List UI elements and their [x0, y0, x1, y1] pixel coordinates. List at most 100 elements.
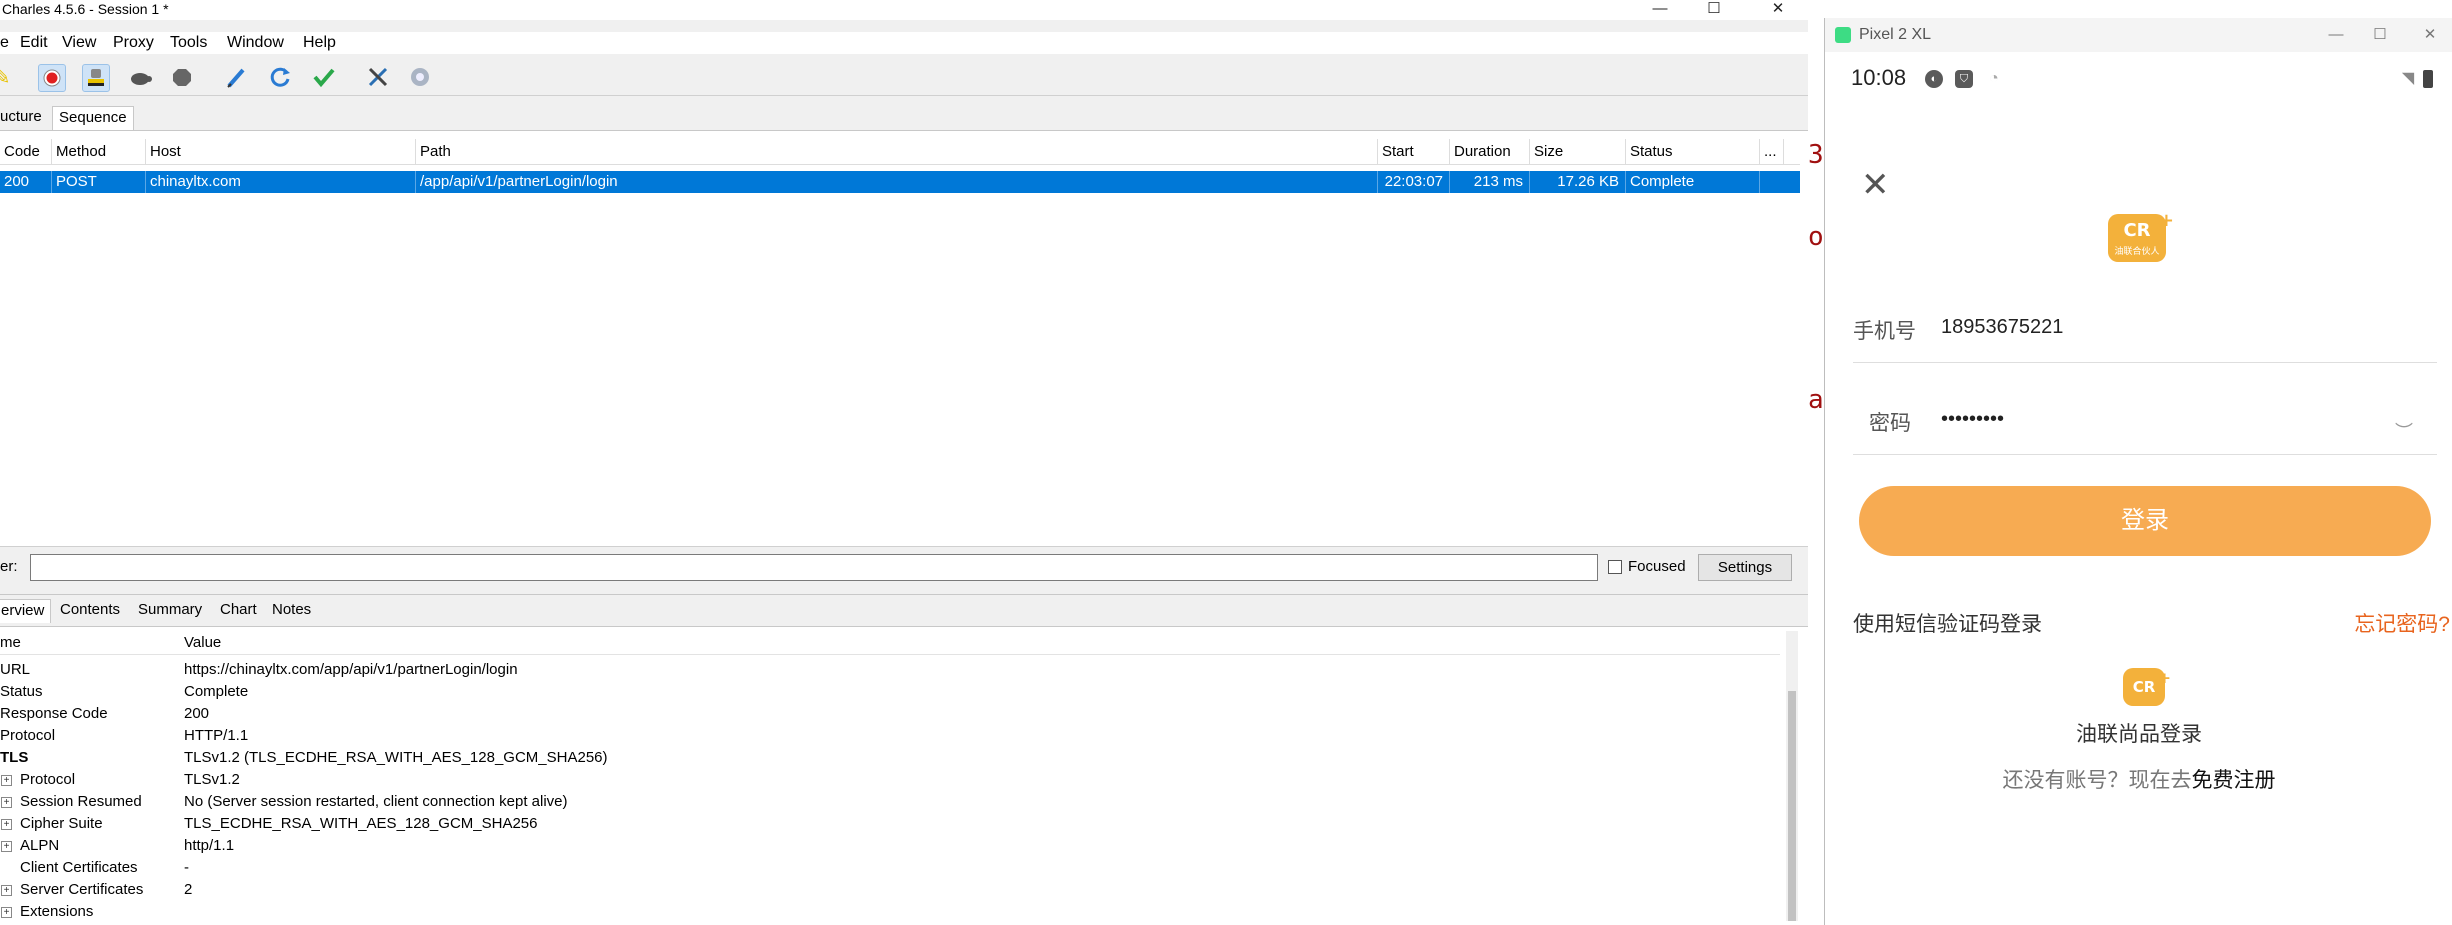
row-value: 200: [184, 705, 210, 722]
password-field[interactable]: •••••••••: [1941, 408, 2004, 431]
row-value: HTTP/1.1: [184, 727, 249, 744]
expand-icon[interactable]: +: [1, 907, 12, 918]
header-value: Value: [184, 634, 222, 651]
menu-tools[interactable]: Tools: [170, 32, 207, 54]
forgot-password-link[interactable]: 忘记密码?: [2354, 608, 2450, 638]
focused-checkbox[interactable]: [1608, 560, 1622, 574]
logo-text: CR: [2123, 220, 2151, 241]
throttle-icon[interactable]: [82, 64, 110, 92]
list-item[interactable]: + Extensions: [0, 901, 1780, 923]
expand-icon[interactable]: +: [1, 841, 12, 852]
row-name: URL: [0, 661, 31, 678]
filter-input[interactable]: [30, 554, 1598, 581]
sms-login-link[interactable]: 使用短信验证码登录: [1853, 608, 2042, 638]
expand-icon[interactable]: +: [1, 797, 12, 808]
close-button[interactable]: ✕: [1758, 0, 1798, 20]
list-item[interactable]: Protocol HTTP/1.1: [0, 725, 1780, 747]
tab-summary[interactable]: Summary: [132, 599, 208, 623]
list-item[interactable]: + ALPN http/1.1: [0, 835, 1780, 857]
tab-overview[interactable]: erview: [0, 599, 52, 623]
emulator-title: Pixel 2 XL: [1859, 26, 1932, 43]
brand-logo-text: CR: [2132, 678, 2156, 696]
status-time: 10:08: [1851, 65, 1907, 90]
close-button[interactable]: ✕: [2413, 18, 2447, 52]
scrollbar-thumb[interactable]: [1788, 691, 1796, 921]
brand-logo[interactable]: CR +: [2123, 668, 2171, 706]
eye-closed-icon[interactable]: ︶: [2395, 418, 2413, 444]
menu-window[interactable]: Window: [227, 32, 284, 54]
expand-icon[interactable]: +: [1, 885, 12, 896]
menu-proxy[interactable]: Proxy: [113, 32, 154, 54]
list-item[interactable]: Response Code 200: [0, 703, 1780, 725]
wifi-icon: ◔: [1989, 70, 1999, 87]
record-icon[interactable]: [38, 64, 66, 92]
phone-field[interactable]: 18953675221: [1941, 316, 2063, 339]
title-bar: Charles 4.5.6 - Session 1 * — ☐ ✕: [0, 0, 1808, 20]
cell-host: chinayltx.com: [146, 171, 416, 193]
col-more[interactable]: ...: [1760, 139, 1784, 165]
col-duration[interactable]: Duration: [1450, 139, 1530, 165]
table-row[interactable]: 200 POST chinayltx.com /app/api/v1/partn…: [0, 171, 1800, 193]
menu-help[interactable]: Help: [303, 32, 336, 54]
tab-chart[interactable]: Chart: [214, 599, 263, 623]
expand-icon[interactable]: +: [1, 775, 12, 786]
minimize-button[interactable]: —: [2319, 18, 2353, 52]
menu-file[interactable]: e: [0, 32, 9, 54]
list-item[interactable]: TLS TLSv1.2 (TLS_ECDHE_RSA_WITH_AES_128_…: [0, 747, 1780, 769]
list-item[interactable]: Client Certificates -: [0, 857, 1780, 879]
background-window: 34 oT at: [1808, 0, 1824, 925]
col-status[interactable]: Status: [1626, 139, 1760, 165]
register-prefix: 还没有账号？现在去: [2002, 769, 2192, 792]
cell-status: Complete: [1626, 171, 1760, 193]
tools-icon[interactable]: [364, 64, 392, 92]
turtle-icon[interactable]: [126, 64, 154, 92]
list-item[interactable]: + Cipher Suite TLS_ECDHE_RSA_WITH_AES_12…: [0, 813, 1780, 835]
compose-icon[interactable]: [222, 64, 250, 92]
list-item[interactable]: URL https://chinayltx.com/app/api/v1/par…: [0, 659, 1780, 681]
refresh-icon[interactable]: [266, 64, 294, 92]
plus-icon: +: [2158, 210, 2174, 231]
menu-edit[interactable]: Edit: [20, 32, 48, 54]
register-link[interactable]: 免费注册: [2192, 769, 2276, 792]
signal-icon: ◥: [2401, 70, 2415, 87]
menu-view[interactable]: View: [62, 32, 96, 54]
pen-icon[interactable]: ✎: [0, 64, 16, 92]
row-value: Complete: [184, 683, 249, 700]
list-item[interactable]: + Session Resumed No (Server session res…: [0, 791, 1780, 813]
scrollbar[interactable]: [1786, 631, 1798, 921]
login-button[interactable]: 登录: [1859, 486, 2431, 556]
list-item[interactable]: + Protocol TLSv1.2: [0, 769, 1780, 791]
settings-icon[interactable]: [406, 64, 434, 92]
col-start[interactable]: Start: [1378, 139, 1450, 165]
tab-contents[interactable]: Contents: [54, 599, 126, 623]
charles-window: Charles 4.5.6 - Session 1 * — ☐ ✕ e Edit…: [0, 0, 1808, 925]
list-item[interactable]: + Server Certificates 2: [0, 879, 1780, 901]
brand-login-link[interactable]: 油联尚品登录: [1825, 718, 2452, 748]
close-icon[interactable]: ✕: [1861, 168, 1890, 202]
maximize-button[interactable]: ☐: [1694, 0, 1734, 20]
table-header: Code Method Host Path Start Duration Siz…: [0, 139, 1800, 165]
background-text: oT: [1808, 222, 1824, 252]
logo-caption: 油联合伙人: [2114, 247, 2160, 257]
col-host[interactable]: Host: [146, 139, 416, 165]
stop-icon[interactable]: [168, 64, 196, 92]
pause-icon: ◐: [1925, 70, 1943, 88]
col-path[interactable]: Path: [416, 139, 1378, 165]
settings-button[interactable]: Settings: [1698, 554, 1792, 581]
tab-sequence[interactable]: Sequence: [52, 106, 134, 130]
row-name: Response Code: [0, 705, 108, 722]
tab-notes[interactable]: Notes: [266, 599, 317, 623]
view-tabs: ucture Sequence: [0, 104, 1808, 130]
expand-icon[interactable]: +: [1, 819, 12, 830]
col-code[interactable]: Code: [0, 139, 52, 165]
app-logo: CR + 油联合伙人: [2108, 210, 2174, 262]
col-method[interactable]: Method: [52, 139, 146, 165]
list-item[interactable]: Status Complete: [0, 681, 1780, 703]
tab-structure[interactable]: ucture: [0, 106, 48, 130]
col-size[interactable]: Size: [1530, 139, 1626, 165]
minimize-button[interactable]: —: [1640, 0, 1680, 20]
cell-path: /app/api/v1/partnerLogin/login: [416, 171, 1378, 193]
cell-code: 200: [0, 171, 52, 193]
validate-icon[interactable]: [310, 64, 338, 92]
maximize-button[interactable]: ☐: [2363, 18, 2397, 52]
